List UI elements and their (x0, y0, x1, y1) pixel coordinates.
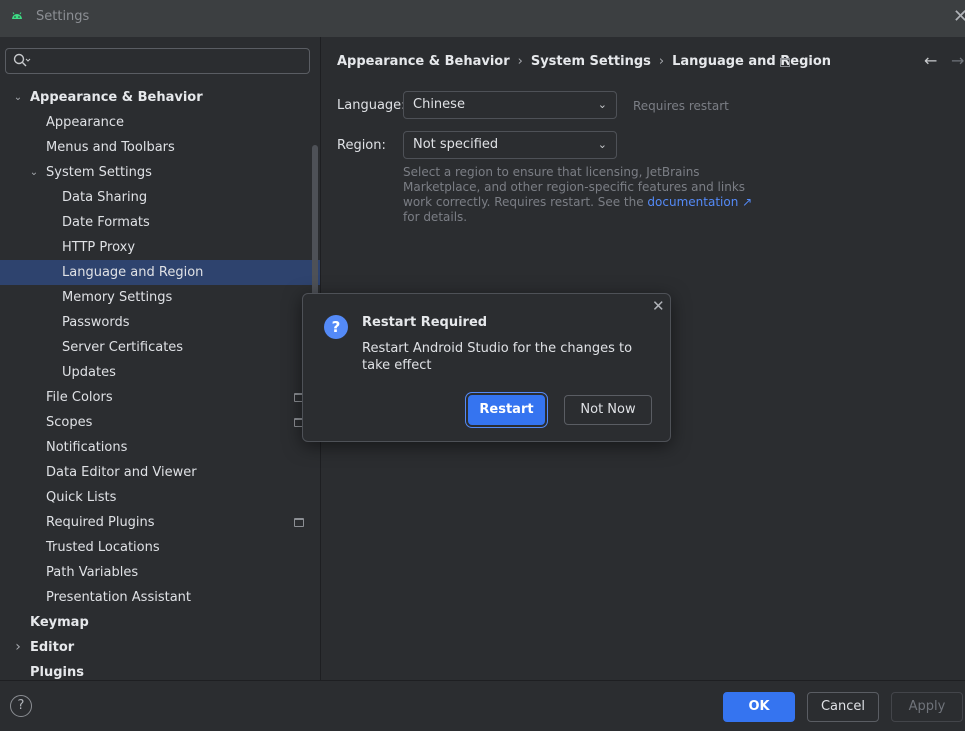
sidebar-item-label: Passwords (62, 315, 130, 330)
region-help-text: Select a region to ensure that licensing… (403, 165, 763, 225)
sidebar-item[interactable]: Server Certificates (0, 335, 320, 360)
settings-sidebar: ⌄ Appearance & Behavior Appearance Menus an… (0, 37, 320, 680)
sidebar-item-label: Notifications (46, 440, 128, 455)
breadcrumb: Appearance & Behavior › System Settings › La… (337, 54, 831, 69)
sidebar-item[interactable]: Memory Settings (0, 285, 320, 310)
sidebar-item-label: Server Certificates (62, 340, 184, 355)
language-label: Language: (337, 98, 406, 113)
sidebar-item[interactable]: Appearance (0, 110, 320, 135)
sidebar-item[interactable]: ⌄ Appearance & Behavior (0, 85, 320, 110)
chevron-right-icon: › (517, 54, 523, 69)
sidebar-item-label: System Settings (46, 165, 152, 180)
sidebar-item-label: Date Formats (62, 215, 150, 230)
ok-button[interactable]: OK (723, 692, 795, 722)
question-icon: ? (324, 315, 348, 339)
sidebar-item[interactable]: Data Editor and Viewer (0, 460, 320, 485)
chevron-down-icon: ⌄ (597, 138, 607, 151)
sidebar-item[interactable]: ⌄ System Settings (0, 160, 320, 185)
sidebar-item[interactable]: Trusted Locations (0, 535, 320, 560)
window-title: Settings (36, 9, 90, 24)
sidebar-item[interactable]: Scopes (0, 410, 320, 435)
sidebar-item-label: Appearance & Behavior (30, 90, 203, 105)
cancel-button[interactable]: Cancel (807, 692, 879, 722)
chevron-right-icon: › (658, 54, 665, 69)
sidebar-item-label: Trusted Locations (46, 540, 160, 555)
sidebar-item[interactable]: Passwords (0, 310, 320, 335)
sidebar-item-label: Quick Lists (46, 490, 117, 505)
sidebar-item[interactable]: Data Sharing (0, 185, 320, 210)
sidebar-item[interactable]: HTTP Proxy (0, 235, 320, 260)
sidebar-scrollbar[interactable] (312, 145, 318, 315)
forward-arrow-icon[interactable]: → (951, 51, 964, 70)
dialog-message: Restart Android Studio for the changes t… (362, 341, 633, 373)
language-value: Chinese (413, 97, 465, 112)
documentation-link[interactable]: documentation (647, 195, 738, 209)
sidebar-item[interactable]: Language and Region (0, 260, 320, 285)
back-arrow-icon[interactable]: ← (924, 51, 937, 70)
sidebar-item[interactable]: Quick Lists (0, 485, 320, 510)
sidebar-item[interactable]: File Colors (0, 385, 320, 410)
sidebar-item-label: Data Sharing (62, 190, 148, 205)
chevron-right-icon[interactable]: › (12, 635, 24, 660)
region-label: Region: (337, 138, 386, 153)
region-value: Not specified (413, 137, 499, 152)
sidebar-item-label: Updates (62, 365, 116, 380)
language-dropdown[interactable]: Chinese ⌄ (403, 91, 617, 119)
sidebar-item-label: HTTP Proxy (62, 240, 136, 255)
restart-button[interactable]: Restart (468, 395, 545, 425)
title-bar: Settings ✕ (0, 0, 965, 37)
dialog-footer: ? OK Cancel Apply (0, 680, 965, 731)
sidebar-item-label: File Colors (46, 390, 113, 405)
help-icon[interactable]: ? (10, 695, 32, 717)
not-now-button[interactable]: Not Now (564, 395, 652, 425)
sidebar-item[interactable]: › Editor (0, 635, 320, 660)
chevron-down-icon[interactable]: ⌄ (12, 85, 24, 110)
sidebar-item[interactable]: Date Formats (0, 210, 320, 235)
sidebar-item-label: Data Editor and Viewer (46, 465, 197, 480)
sidebar-item[interactable]: Required Plugins (0, 510, 320, 535)
apply-button[interactable]: Apply (891, 692, 963, 722)
breadcrumb-item[interactable]: Appearance & Behavior (337, 54, 510, 69)
restart-required-dialog: ✕ ? Restart Required Restart Android Stu… (302, 293, 671, 442)
sidebar-item-label: Path Variables (46, 565, 139, 580)
sidebar-item[interactable]: Keymap (0, 610, 320, 635)
search-icon (13, 53, 31, 67)
android-icon (12, 12, 22, 19)
sidebar-item-label: Memory Settings (62, 290, 173, 305)
chevron-down-icon: ⌄ (597, 98, 607, 111)
dialog-close-icon[interactable]: ✕ (652, 297, 665, 315)
search-input[interactable] (5, 48, 310, 74)
window-close-icon[interactable]: ✕ (953, 6, 965, 27)
chevron-down-icon[interactable]: ⌄ (28, 160, 40, 185)
sidebar-item[interactable]: Presentation Assistant (0, 585, 320, 610)
breadcrumb-item: Language and Region (672, 54, 832, 69)
requires-restart-hint: Requires restart (633, 99, 729, 113)
sidebar-item[interactable]: Updates (0, 360, 320, 385)
external-link-icon: ↗ (738, 195, 753, 209)
project-scope-icon (294, 518, 304, 527)
sidebar-item-label: Editor (30, 640, 75, 655)
sidebar-item-label: Scopes (46, 415, 93, 430)
dialog-title: Restart Required (362, 315, 488, 330)
breadcrumb-item[interactable]: System Settings (531, 54, 651, 69)
sidebar-item[interactable]: Menus and Toolbars (0, 135, 320, 160)
sidebar-item-label: Language and Region (62, 265, 204, 280)
region-dropdown[interactable]: Not specified ⌄ (403, 131, 617, 159)
sidebar-item-label: Menus and Toolbars (46, 140, 175, 155)
sidebar-item-label: Appearance (46, 115, 125, 130)
region-help-after: for details. (403, 210, 468, 224)
sidebar-item-label: Presentation Assistant (46, 590, 191, 605)
sidebar-item-label: Required Plugins (46, 515, 155, 530)
project-scope-icon (780, 58, 790, 67)
sidebar-item-label: Keymap (30, 615, 89, 630)
sidebar-item[interactable]: Path Variables (0, 560, 320, 585)
sidebar-item[interactable]: Notifications (0, 435, 320, 460)
